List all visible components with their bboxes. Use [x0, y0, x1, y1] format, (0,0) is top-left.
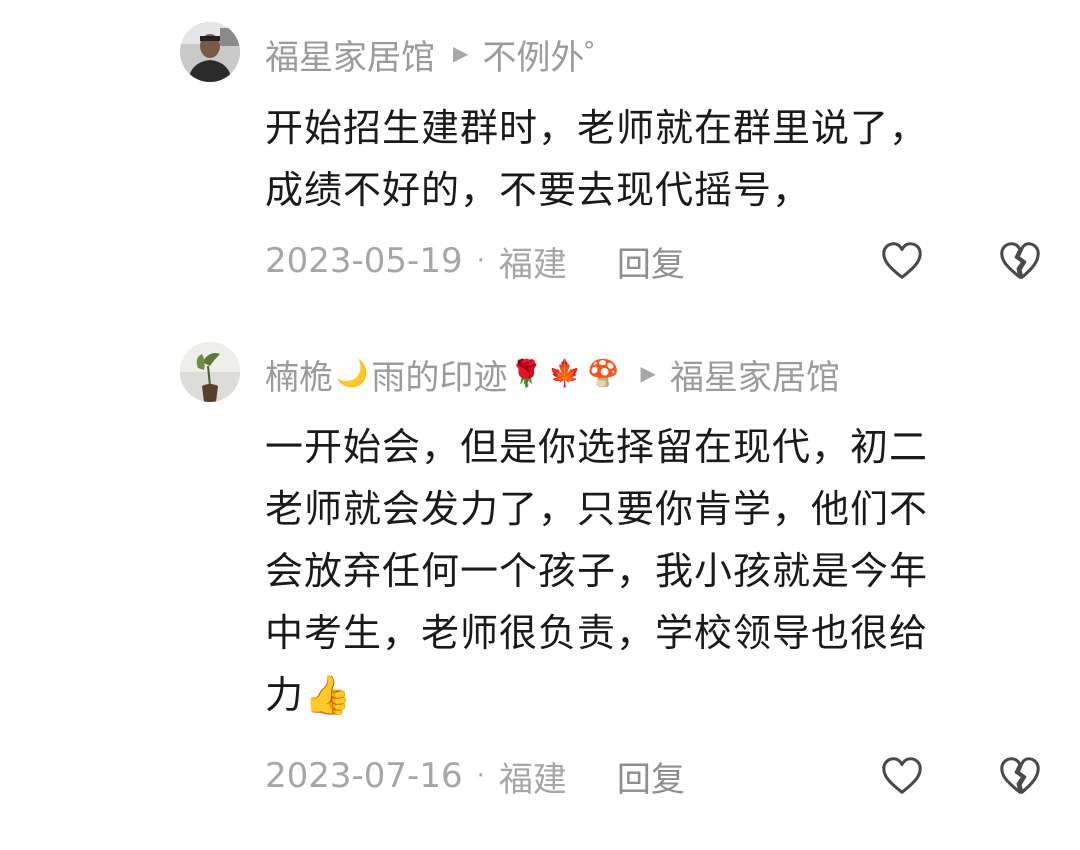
comment-text: 一开始会，但是你选择留在现代，初二 老师就会发力了，只要你肯学，他们不 会放弃任…: [265, 416, 1040, 726]
avatar[interactable]: [180, 342, 240, 402]
separator-dot: ·: [476, 246, 485, 276]
reply-to-username[interactable]: 不例外゜: [482, 30, 618, 79]
comment-text-line: 开始招生建群时，老师就在群里说了，: [265, 106, 929, 150]
username-part: 楠桅: [265, 357, 333, 398]
mushroom-emoji-icon: 🍄: [587, 359, 620, 389]
comment-actions: [877, 236, 1045, 286]
broken-heart-icon: [1000, 757, 1040, 794]
reply-to-username[interactable]: 福星家居馆: [670, 350, 840, 399]
username-part: 雨的印迹: [371, 357, 508, 398]
play-triangle-icon: ▶: [640, 361, 656, 385]
comment-text-line: 力👍: [265, 673, 353, 717]
comment-text: 开始招生建群时，老师就在群里说了， 成绩不好的，不要去现代摇号，: [265, 97, 1040, 221]
reply-button[interactable]: 回复: [617, 237, 685, 286]
comment-text-line: 成绩不好的，不要去现代摇号，: [265, 168, 812, 212]
avatar[interactable]: [180, 22, 240, 82]
comment-text-line: 中考生，老师很负责，学校领导也很给: [265, 611, 929, 655]
username[interactable]: 福星家居馆: [265, 30, 435, 79]
broken-heart-icon: [1000, 242, 1040, 279]
separator-dot: ·: [476, 761, 485, 791]
comment-text-line: 一开始会，但是你选择留在现代，初二: [265, 425, 929, 469]
comment-meta: 楠桅 🌙 雨的印迹 🌹 🍁 🍄 ▶ 福星家居馆: [265, 349, 840, 399]
comment-actions: [877, 751, 1045, 801]
rose-emoji-icon: 🌹: [510, 359, 543, 389]
comment-text-line: 老师就会发力了，只要你肯学，他们不: [265, 487, 929, 531]
reply-button[interactable]: 回复: [617, 752, 685, 801]
heart-outline-icon: [882, 242, 922, 279]
play-triangle-icon: ▶: [453, 41, 469, 65]
like-button[interactable]: [877, 236, 927, 286]
dislike-button[interactable]: [995, 751, 1045, 801]
comment-location: 福建: [498, 759, 567, 800]
comment-text-line: 会放弃任何一个孩子，我小孩就是今年: [265, 549, 929, 593]
dislike-button[interactable]: [995, 236, 1045, 286]
plant-vase-avatar-icon: [180, 342, 240, 402]
comment-date: 2023-05-19: [265, 241, 463, 281]
comment-meta: 福星家居馆 ▶ 不例外゜: [265, 29, 618, 79]
comment-footer: 2023-05-19 · 福建 回复: [265, 236, 1045, 286]
comment-location: 福建: [498, 244, 567, 285]
moon-emoji-icon: 🌙: [336, 359, 369, 389]
comment-date: 2023-07-16: [265, 756, 463, 796]
maple-leaf-emoji-icon: 🍁: [548, 359, 582, 389]
like-button[interactable]: [877, 751, 927, 801]
person-photo-avatar-icon: [180, 22, 240, 82]
comment-footer: 2023-07-16 · 福建 回复: [265, 751, 1045, 801]
heart-outline-icon: [882, 757, 922, 794]
username[interactable]: 楠桅 🌙 雨的印迹 🌹 🍁 🍄: [265, 350, 623, 399]
